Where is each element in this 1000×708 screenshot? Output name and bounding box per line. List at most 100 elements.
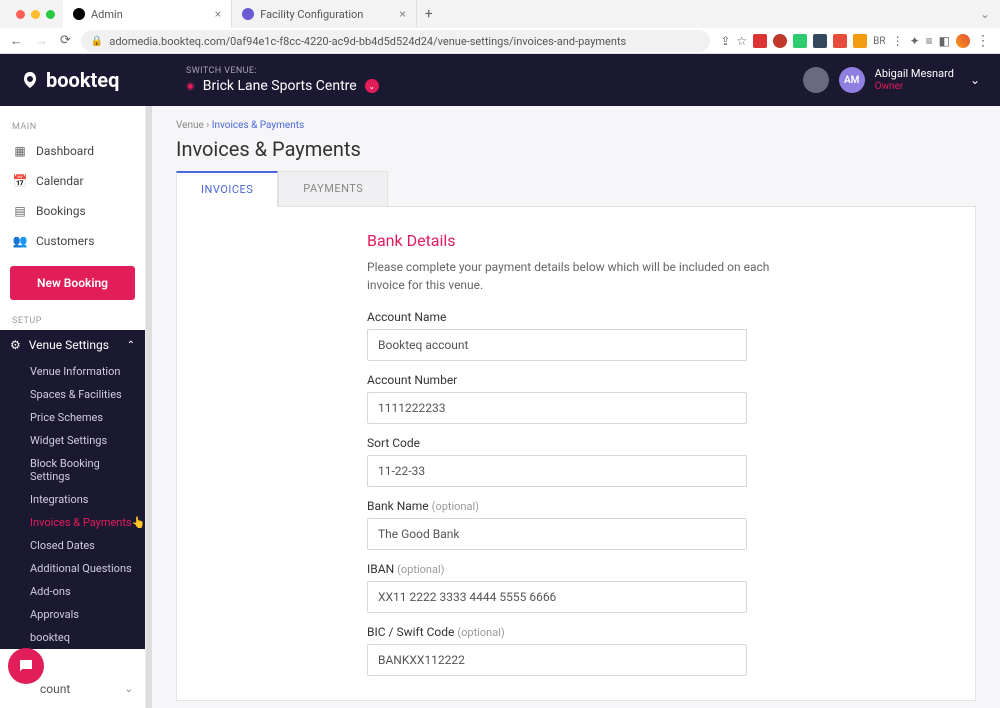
sidebar-item-customers[interactable]: 👥 Customers bbox=[0, 226, 145, 256]
input-bank-name[interactable] bbox=[367, 518, 747, 550]
sidebar-sub-venue-info[interactable]: Venue Information bbox=[0, 360, 145, 383]
window-controls[interactable] bbox=[8, 10, 63, 19]
menu-icon[interactable]: ⋮ bbox=[976, 33, 990, 49]
sidebar-section-main: MAIN bbox=[0, 116, 145, 136]
sidebar-item-dashboard[interactable]: ▦ Dashboard bbox=[0, 136, 145, 166]
tab-favicon bbox=[242, 8, 254, 20]
sidebar-sub-bookteq[interactable]: bookteq bbox=[0, 626, 145, 649]
sidebar-sub-questions[interactable]: Additional Questions bbox=[0, 557, 145, 580]
sidebar-item-label: Dashboard bbox=[36, 144, 94, 158]
tab-payments[interactable]: PAYMENTS bbox=[278, 171, 388, 206]
share-icon[interactable]: ⇪ bbox=[720, 34, 730, 48]
address-bar-row: ← → ⟳ 🔒 adomedia.bookteq.com/0af94e1c-f8… bbox=[0, 28, 1000, 54]
sidebar-item-venue-settings[interactable]: ⚙ Venue Settings ⌃ bbox=[0, 330, 145, 360]
browser-tab-facility[interactable]: Facility Configuration × bbox=[232, 0, 417, 28]
section-title: Bank Details bbox=[367, 231, 785, 250]
ext-icon[interactable] bbox=[773, 34, 787, 48]
sidebar-item-label: Customers bbox=[36, 234, 94, 248]
ext-icon[interactable] bbox=[833, 34, 847, 48]
intercom-launcher[interactable] bbox=[8, 648, 44, 684]
label-bic: BIC / Swift Code (optional) bbox=[367, 625, 785, 639]
browser-chrome: Admin × Facility Configuration × + ⌄ ← →… bbox=[0, 0, 1000, 54]
label-bank-name: Bank Name (optional) bbox=[367, 499, 785, 513]
breadcrumb-current[interactable]: Invoices & Payments bbox=[212, 120, 304, 131]
ext-icon[interactable] bbox=[853, 34, 867, 48]
tab-favicon bbox=[73, 8, 85, 20]
brand-text: bookteq bbox=[46, 68, 119, 92]
close-window-icon[interactable] bbox=[16, 10, 25, 19]
form-panel: Bank Details Please complete your paymen… bbox=[176, 207, 976, 701]
venue-dot-icon: ◉ bbox=[186, 81, 195, 92]
ext-text[interactable]: BR bbox=[873, 36, 885, 47]
calendar-icon: 📅 bbox=[12, 173, 28, 189]
new-booking-button[interactable]: New Booking bbox=[10, 266, 135, 300]
label-sort-code: Sort Code bbox=[367, 436, 785, 450]
user-name: Abigail Mesnard bbox=[875, 67, 954, 80]
input-account-number[interactable] bbox=[367, 392, 747, 424]
chat-icon bbox=[17, 657, 35, 675]
sidebar-sub-invoices[interactable]: Invoices & Payments👆 bbox=[0, 511, 145, 534]
puzzle-icon[interactable]: ✦ bbox=[910, 34, 920, 48]
breadcrumb: Venue › Invoices & Payments bbox=[176, 120, 976, 131]
sidebar-sub-integrations[interactable]: Integrations bbox=[0, 488, 145, 511]
ext-icon[interactable] bbox=[813, 34, 827, 48]
label-account-number: Account Number bbox=[367, 373, 785, 387]
logo-mark-icon bbox=[20, 70, 40, 90]
tab-close-icon[interactable]: × bbox=[399, 7, 405, 21]
forward-button[interactable]: → bbox=[35, 33, 48, 49]
sidebar-sub-price[interactable]: Price Schemes bbox=[0, 406, 145, 429]
brand-logo[interactable]: bookteq bbox=[20, 68, 166, 92]
notification-avatar[interactable] bbox=[803, 67, 829, 93]
sidebar-item-bookings[interactable]: ▤ Bookings bbox=[0, 196, 145, 226]
input-bic[interactable] bbox=[367, 644, 747, 676]
gear-icon: ⚙ bbox=[10, 338, 21, 352]
tab-invoices[interactable]: INVOICES bbox=[176, 171, 278, 207]
panel-icon[interactable]: ◧ bbox=[939, 34, 950, 48]
sidebar-item-calendar[interactable]: 📅 Calendar bbox=[0, 166, 145, 196]
ext-more-icon[interactable]: ⋮ bbox=[892, 34, 904, 48]
sidebar-sub-widget[interactable]: Widget Settings bbox=[0, 429, 145, 452]
sidebar-sub-approvals[interactable]: Approvals bbox=[0, 603, 145, 626]
browser-tab-admin[interactable]: Admin × bbox=[63, 0, 232, 28]
reload-button[interactable]: ⟳ bbox=[60, 33, 71, 49]
tab-title: Admin bbox=[91, 8, 123, 21]
venue-switcher[interactable]: ◉ Brick Lane Sports Centre ⌄ bbox=[186, 78, 379, 94]
user-menu[interactable]: Abigail Mesnard Owner bbox=[875, 67, 954, 92]
app-topbar: bookteq SWITCH VENUE: ◉ Brick Lane Sport… bbox=[0, 54, 1000, 106]
input-sort-code[interactable] bbox=[367, 455, 747, 487]
sidebar-sub-spaces[interactable]: Spaces & Facilities bbox=[0, 383, 145, 406]
window-chevron-icon[interactable]: ⌄ bbox=[980, 7, 1000, 21]
user-avatar[interactable]: AM bbox=[839, 67, 865, 93]
main-content: Venue › Invoices & Payments Invoices & P… bbox=[152, 106, 1000, 708]
input-iban[interactable] bbox=[367, 581, 747, 613]
chevron-down-icon: ⌄ bbox=[365, 79, 379, 93]
cursor-icon: 👆 bbox=[132, 516, 146, 529]
sidebar-sub-addons[interactable]: Add-ons bbox=[0, 580, 145, 603]
sidebar-sub-closed[interactable]: Closed Dates bbox=[0, 534, 145, 557]
url-text: adomedia.bookteq.com/0af94e1c-f8cc-4220-… bbox=[109, 35, 626, 48]
sidebar-section-setup: SETUP bbox=[0, 310, 145, 330]
list-icon[interactable]: ≡ bbox=[926, 34, 933, 48]
breadcrumb-root[interactable]: Venue bbox=[176, 120, 204, 131]
profile-avatar-icon[interactable] bbox=[956, 34, 970, 48]
venue-name-text: Brick Lane Sports Centre bbox=[203, 78, 357, 94]
sidebar-item-label: Calendar bbox=[36, 174, 84, 188]
page-title: Invoices & Payments bbox=[176, 137, 976, 161]
address-bar[interactable]: 🔒 adomedia.bookteq.com/0af94e1c-f8cc-422… bbox=[81, 30, 710, 52]
ext-icon[interactable] bbox=[793, 34, 807, 48]
new-tab-button[interactable]: + bbox=[417, 6, 441, 22]
sidebar-sub-block[interactable]: Block Booking Settings bbox=[0, 452, 145, 488]
minimize-window-icon[interactable] bbox=[31, 10, 40, 19]
switch-venue-label: SWITCH VENUE: bbox=[186, 66, 379, 76]
user-role: Owner bbox=[875, 81, 954, 93]
maximize-window-icon[interactable] bbox=[46, 10, 55, 19]
input-account-name[interactable] bbox=[367, 329, 747, 361]
ext-icon[interactable] bbox=[753, 34, 767, 48]
back-button[interactable]: ← bbox=[10, 33, 23, 49]
star-icon[interactable]: ☆ bbox=[736, 34, 747, 48]
chevron-down-icon[interactable]: ⌄ bbox=[970, 73, 980, 87]
label-account-name: Account Name bbox=[367, 310, 785, 324]
extension-icons: ⇪ ☆ BR ⋮ ✦ ≡ ◧ ⋮ bbox=[720, 33, 990, 49]
tab-close-icon[interactable]: × bbox=[215, 7, 221, 21]
chevron-up-icon: ⌃ bbox=[127, 340, 135, 351]
